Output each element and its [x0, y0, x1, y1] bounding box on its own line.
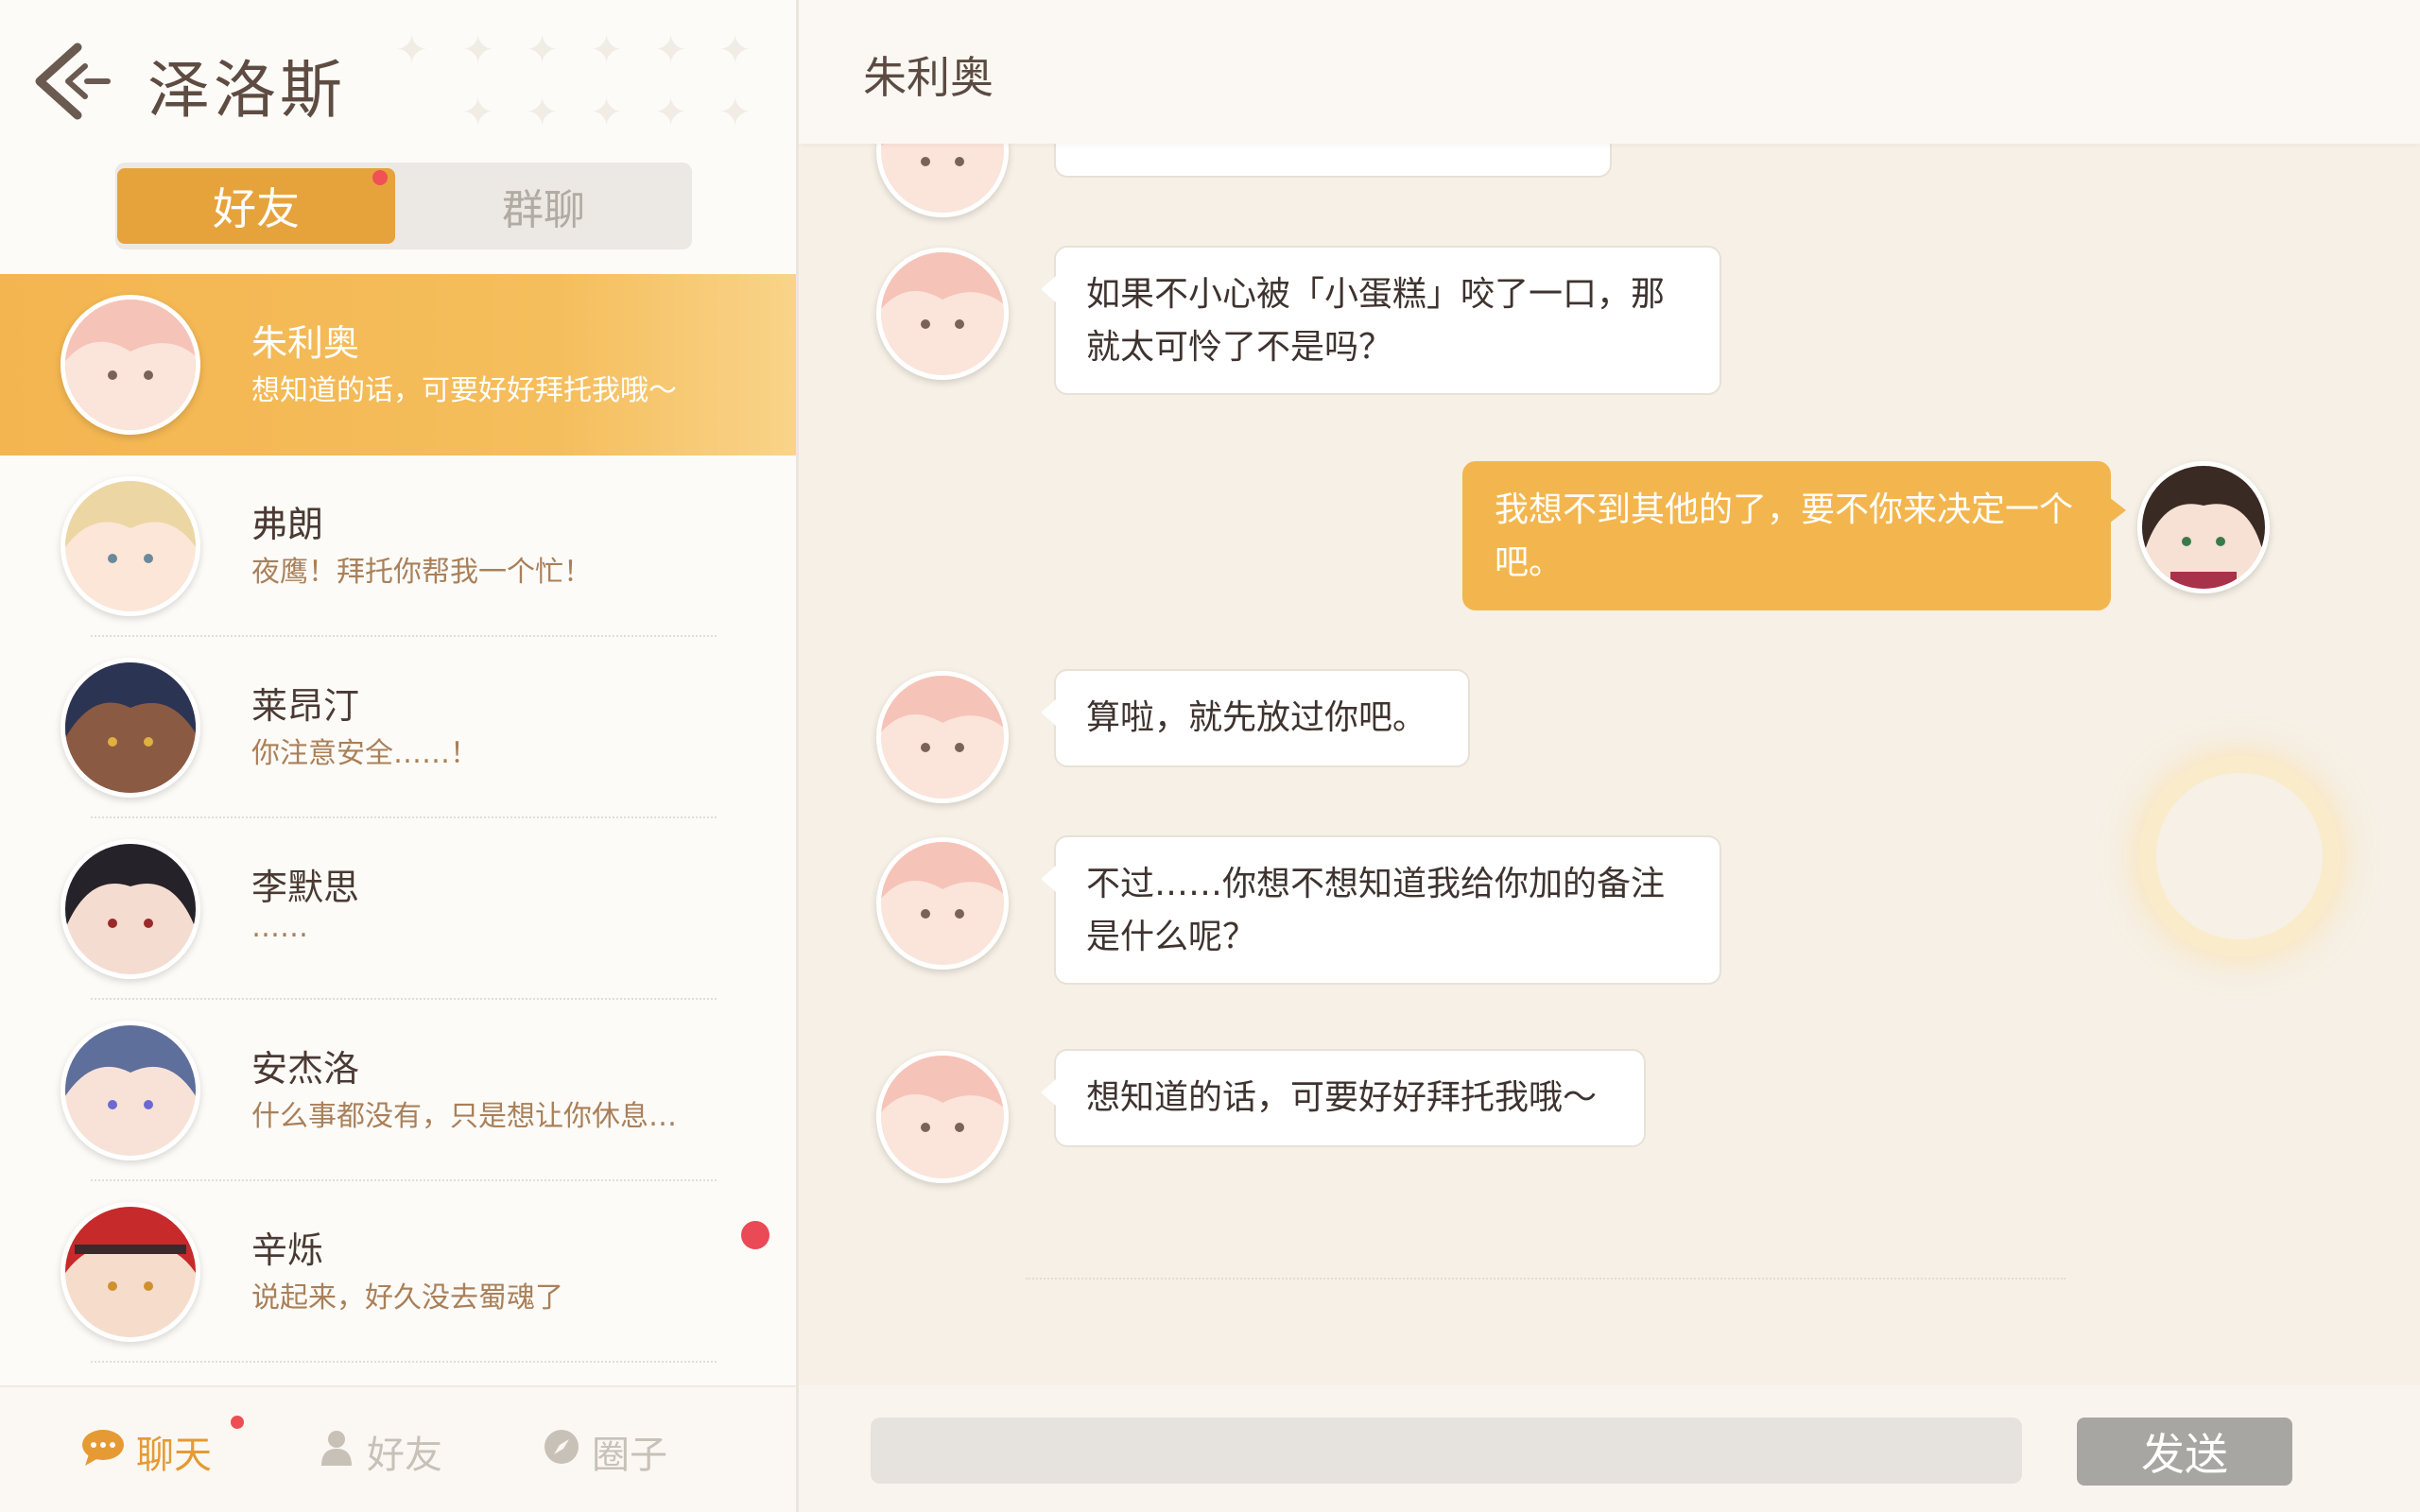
contact-name: 李默思 — [251, 867, 360, 908]
star-decoration: ✦ — [654, 26, 688, 73]
star-decoration: ✦ — [718, 89, 752, 135]
nav-chat[interactable]: 聊天 — [81, 1425, 212, 1478]
chat-bubble-icon — [81, 1428, 125, 1475]
contact-item[interactable]: 李默思 …… — [0, 818, 798, 1000]
contact-last-message: 说起来，好久没去蜀魂了 — [251, 1281, 563, 1314]
message-bubble: 算啦，就先放过你吧。 — [1041, 669, 1470, 767]
contact-item[interactable]: 莱昂汀 你注意安全……！ — [0, 637, 798, 818]
unread-dot — [741, 1221, 769, 1249]
contact-name: 朱利奥 — [251, 322, 360, 364]
star-decoration: ✦ — [590, 26, 624, 73]
avatar — [60, 658, 200, 798]
message-input[interactable] — [871, 1418, 2022, 1484]
contact-last-message: 什么事都没有，只是想让你休息… — [251, 1100, 677, 1133]
avatar — [60, 1202, 200, 1342]
tab-groups[interactable]: 群聊 — [395, 163, 692, 249]
sparkle-decoration — [2139, 756, 2340, 956]
divider — [1026, 1278, 2066, 1280]
avatar — [876, 671, 1009, 803]
contact-last-message: 想知道的话，可要好好拜托我哦～ — [251, 374, 677, 407]
divider — [91, 1361, 717, 1363]
avatar — [60, 295, 200, 435]
compass-icon — [543, 1428, 580, 1475]
star-decoration: ✦ — [526, 26, 560, 73]
contact-item[interactable]: 辛烁 说起来，好久没去蜀魂了 — [0, 1181, 798, 1363]
back-button[interactable] — [28, 38, 113, 123]
nav-friends[interactable]: 好友 — [318, 1425, 442, 1478]
message-bubble: 想知道的话，可要好好拜托我哦～ — [1041, 1049, 1646, 1147]
star-decoration: ✦ — [461, 26, 495, 73]
avatar — [60, 476, 200, 616]
tab-friends[interactable]: 好友 — [117, 168, 395, 244]
nav-moments[interactable]: 圈子 — [543, 1425, 667, 1478]
star-decoration: ✦ — [718, 26, 752, 73]
send-button[interactable]: 发送 — [2077, 1418, 2292, 1486]
avatar — [876, 837, 1009, 970]
nav-moments-label: 圈子 — [592, 1434, 667, 1477]
bottom-nav: 聊天 好友 圈子 — [0, 1385, 798, 1512]
contact-name: 辛烁 — [251, 1229, 324, 1271]
contact-name: 安杰洛 — [251, 1048, 360, 1090]
avatar-self — [2137, 461, 2270, 593]
contact-item[interactable]: 朱利奥 想知道的话，可要好好拜托我哦～ — [0, 274, 798, 455]
contact-item[interactable]: 安杰洛 什么事都没有，只是想让你休息… — [0, 1000, 798, 1181]
message-bubble-self: 我想不到其他的了，要不你来决定一个吧。 — [1462, 461, 2126, 610]
tab-bar: 好友 群聊 — [115, 163, 692, 249]
notification-dot — [231, 1416, 244, 1429]
contact-name: 弗朗 — [251, 504, 324, 545]
star-decoration: ✦ — [590, 89, 624, 135]
chat-header: 朱利奥 — [799, 0, 2420, 144]
input-bar: 发送 — [799, 1385, 2420, 1512]
person-icon — [318, 1428, 355, 1475]
notification-dot — [372, 170, 388, 185]
message-bubble: 如果不小心被「小蛋糕」咬了一口，那就太可怜了不是吗？ — [1041, 246, 1721, 395]
chat-panel: 朱利奥 如果不小心被「小蛋糕」咬了一口，那就太可怜了不是吗？ 我想不到其他的了，… — [799, 0, 2420, 1512]
avatar — [876, 248, 1009, 380]
chat-title: 朱利奥 — [863, 52, 994, 103]
contact-name: 莱昂汀 — [251, 685, 360, 727]
contact-last-message: 夜鹰！拜托你帮我一个忙！ — [251, 556, 592, 589]
message-bubble: 不过……你想不想知道我给你加的备注是什么呢？ — [1041, 835, 1721, 985]
page-title: 泽洛斯 — [147, 54, 346, 127]
contact-last-message: …… — [251, 911, 308, 944]
contacts-panel: ✦ ✦ ✦ ✦ ✦ ✦ ✦ ✦ ✦ ✦ ✦ 泽洛斯 好友 群聊 朱利奥 想知道的… — [0, 0, 798, 1512]
back-arrow-icon — [35, 43, 111, 120]
nav-friends-label: 好友 — [367, 1434, 442, 1477]
avatar — [60, 839, 200, 979]
nav-chat-label: 聊天 — [136, 1434, 212, 1477]
star-decoration: ✦ — [654, 89, 688, 135]
avatar — [876, 1051, 1009, 1183]
star-decoration: ✦ — [461, 89, 495, 135]
avatar — [60, 1021, 200, 1160]
star-decoration: ✦ — [526, 89, 560, 135]
contact-last-message: 你注意安全……！ — [251, 737, 478, 770]
contact-item[interactable]: 弗朗 夜鹰！拜托你帮我一个忙！ — [0, 455, 798, 637]
star-decoration: ✦ — [395, 26, 429, 73]
